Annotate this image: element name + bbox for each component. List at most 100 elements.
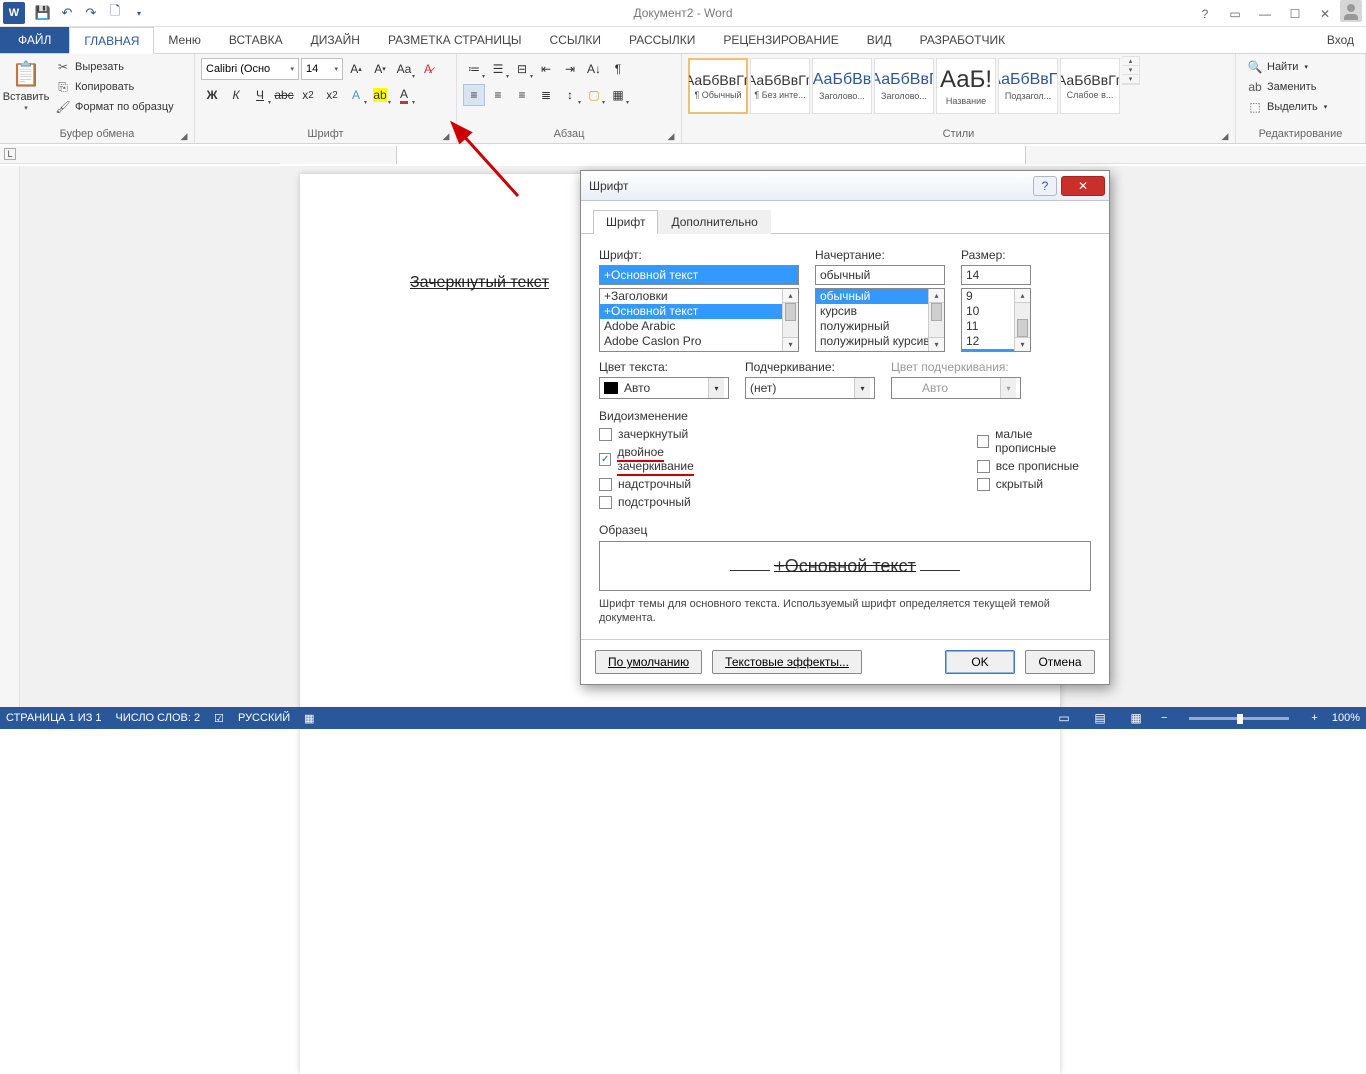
list-item[interactable]: курсив	[816, 304, 944, 319]
text-effects-button[interactable]: A▾	[345, 84, 367, 106]
list-item[interactable]: +Заголовки	[600, 289, 798, 304]
scrollbar[interactable]: ▴▾	[928, 289, 944, 351]
tab-view[interactable]: ВИД	[853, 27, 906, 53]
tab-home[interactable]: ГЛАВНАЯ	[69, 27, 154, 54]
replace-button[interactable]: abЗаменить	[1244, 78, 1330, 96]
font-color-combo[interactable]: Авто▾	[599, 377, 729, 399]
scrollbar[interactable]: ▴▾	[1014, 289, 1030, 351]
help-button[interactable]: ?	[1190, 0, 1220, 27]
borders-button[interactable]: ▦▾	[607, 84, 629, 106]
style-item[interactable]: АаБбВвГг,¶ Без инте...	[750, 58, 810, 114]
underline-combo[interactable]: (нет)▾	[745, 377, 875, 399]
close-button[interactable]: ✕	[1310, 0, 1340, 27]
style-item[interactable]: АаБбВвЗаголово...	[812, 58, 872, 114]
dialog-tab-font[interactable]: Шрифт	[593, 210, 658, 234]
tab-insert[interactable]: ВСТАВКА	[215, 27, 297, 53]
ok-button[interactable]: OK	[945, 650, 1015, 674]
paste-button[interactable]: 📋 Вставить ▾	[4, 56, 48, 114]
tab-mailings[interactable]: РАССЫЛКИ	[615, 27, 709, 53]
styles-gallery-more[interactable]: ▴▾▾	[1122, 56, 1140, 85]
dialog-close-button[interactable]: ✕	[1061, 176, 1105, 196]
format-painter-button[interactable]: 🖌Формат по образцу	[52, 98, 177, 116]
list-item[interactable]: обычный	[816, 289, 944, 304]
font-style-input[interactable]: обычный	[815, 265, 945, 285]
numbering-button[interactable]: ☰▾	[487, 58, 509, 80]
style-item[interactable]: АаБбВвГг,Слабое в...	[1060, 58, 1120, 114]
font-name-list[interactable]: +Заголовки+Основной текстAdobe ArabicAdo…	[599, 288, 799, 352]
decrease-indent-button[interactable]: ⇤	[535, 58, 557, 80]
zoom-level[interactable]: 100%	[1332, 712, 1360, 724]
increase-indent-button[interactable]: ⇥	[559, 58, 581, 80]
new-doc-icon[interactable]: 🗋	[103, 1, 127, 25]
find-button[interactable]: 🔍Найти▾	[1244, 58, 1330, 76]
tab-design[interactable]: ДИЗАЙН	[297, 27, 374, 53]
align-right-button[interactable]: ≡	[511, 84, 533, 106]
bullets-button[interactable]: ≔▾	[463, 58, 485, 80]
checkbox-подстрочный[interactable]: подстрочный	[599, 495, 737, 509]
undo-icon[interactable]: ↶	[55, 1, 79, 25]
superscript-button[interactable]: x2	[321, 84, 343, 106]
font-color-button[interactable]: A▾	[393, 84, 415, 106]
set-default-button[interactable]: По умолчанию	[595, 650, 702, 674]
tab-references[interactable]: ССЫЛКИ	[536, 27, 615, 53]
horizontal-ruler[interactable]: L	[0, 146, 1366, 164]
style-item[interactable]: АаБбВвГЗаголово...	[874, 58, 934, 114]
font-name-input[interactable]: +Основной текст	[599, 265, 799, 285]
checkbox-скрытый[interactable]: скрытый	[977, 477, 1091, 491]
print-layout-button[interactable]: ▤	[1089, 709, 1111, 727]
text-effects-button[interactable]: Текстовые эффекты...	[712, 650, 862, 674]
paragraph-launcher[interactable]: ◢	[665, 130, 677, 142]
file-tab[interactable]: ФАЙЛ	[0, 27, 69, 53]
cancel-button[interactable]: Отмена	[1025, 650, 1095, 674]
zoom-slider[interactable]	[1189, 717, 1289, 720]
minimize-button[interactable]: —	[1250, 0, 1280, 27]
web-layout-button[interactable]: ▦	[1125, 709, 1147, 727]
highlight-button[interactable]: ab▾	[369, 84, 391, 106]
list-item[interactable]: полужирный	[816, 319, 944, 334]
dialog-help-button[interactable]: ?	[1033, 176, 1057, 196]
font-style-list[interactable]: обычныйкурсивполужирныйполужирный курсив…	[815, 288, 945, 352]
line-spacing-button[interactable]: ↕▾	[559, 84, 581, 106]
style-item[interactable]: АаБбВвГг,Подзагол...	[998, 58, 1058, 114]
dialog-title-bar[interactable]: Шрифт ? ✕	[581, 171, 1109, 201]
clipboard-launcher[interactable]: ◢	[178, 130, 190, 142]
list-item[interactable]: Adobe Arabic	[600, 319, 798, 334]
shading-button[interactable]: ▢▾	[583, 84, 605, 106]
checkbox-все-прописные[interactable]: все прописные	[977, 459, 1091, 473]
grow-font-button[interactable]: A▴	[345, 58, 367, 80]
signin-link[interactable]: Вход	[1315, 27, 1366, 53]
checkbox-зачеркнутый[interactable]: зачеркнутый	[599, 427, 737, 441]
bold-button[interactable]: Ж	[201, 84, 223, 106]
tab-developer[interactable]: РАЗРАБОТЧИК	[906, 27, 1020, 53]
ribbon-options-button[interactable]: ▭	[1220, 0, 1250, 27]
shrink-font-button[interactable]: A▾	[369, 58, 391, 80]
tab-menu[interactable]: Меню	[154, 27, 214, 53]
font-size-combo[interactable]: 14▾	[301, 58, 343, 80]
dialog-tab-advanced[interactable]: Дополнительно	[658, 210, 770, 234]
page-indicator[interactable]: СТРАНИЦА 1 ИЗ 1	[6, 712, 102, 724]
underline-button[interactable]: Ч▾	[249, 84, 271, 106]
macro-icon[interactable]: ▦	[304, 712, 314, 725]
subscript-button[interactable]: x2	[297, 84, 319, 106]
word-count[interactable]: ЧИСЛО СЛОВ: 2	[116, 712, 201, 724]
font-launcher[interactable]: ◢	[440, 130, 452, 142]
zoom-in-button[interactable]: +	[1311, 712, 1317, 724]
list-item[interactable]: Adobe Caslon Pro	[600, 334, 798, 349]
qat-customize-icon[interactable]: ▾	[127, 1, 151, 25]
user-avatar-icon[interactable]	[1340, 0, 1362, 22]
clear-format-button[interactable]: A̷	[417, 58, 439, 80]
align-left-button[interactable]: ≡	[463, 84, 485, 106]
checkbox-малые-прописные[interactable]: малые прописные	[977, 427, 1091, 455]
tab-layout[interactable]: РАЗМЕТКА СТРАНИЦЫ	[374, 27, 536, 53]
checkbox-двойное-зачеркивание[interactable]: двойное зачеркивание	[599, 445, 737, 473]
justify-button[interactable]: ≣	[535, 84, 557, 106]
font-name-combo[interactable]: Calibri (Осно▾	[201, 58, 299, 80]
italic-button[interactable]: К	[225, 84, 247, 106]
strike-button[interactable]: abc	[273, 84, 295, 106]
language-indicator[interactable]: РУССКИЙ	[238, 712, 290, 724]
redo-icon[interactable]: ↷	[79, 1, 103, 25]
style-item[interactable]: АаБбВвГг,¶ Обычный	[688, 58, 748, 114]
cut-button[interactable]: ✂Вырезать	[52, 58, 177, 76]
multilevel-button[interactable]: ⊟▾	[511, 58, 533, 80]
save-icon[interactable]: 💾	[31, 1, 55, 25]
